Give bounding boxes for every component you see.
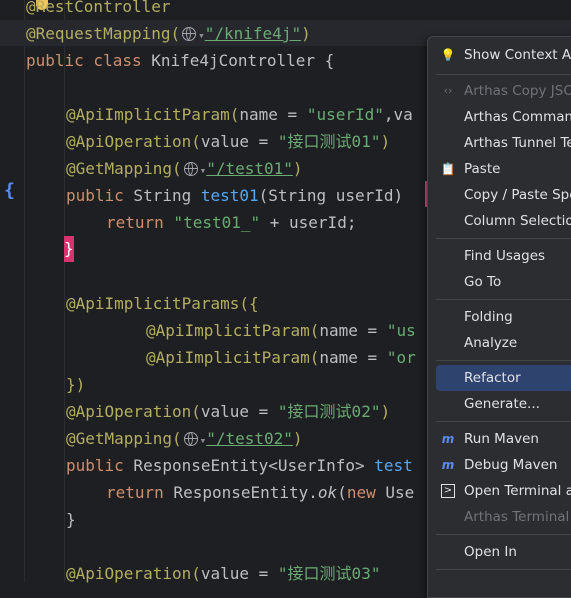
menu-item-generate[interactable]: Generate... (436, 391, 571, 417)
menu-item-arthas-copy-json: ‹› Arthas Copy JSON (436, 78, 571, 104)
code-line: @ApiImplicitParams({ (66, 294, 259, 313)
context-menu: 💡 Show Context Ac ‹› Arthas Copy JSON Ar… (427, 36, 571, 598)
brackets-icon: ‹› (443, 84, 453, 97)
code-line: @ApiImplicitParam(name = "us (146, 321, 416, 340)
code-line: @RequestMapping(▾"/knife4j") (26, 24, 311, 43)
code-line: } (66, 510, 76, 529)
menu-item-run-maven[interactable]: m Run Maven (436, 426, 571, 452)
maven-icon: m (441, 458, 455, 472)
globe-icon[interactable] (183, 162, 198, 176)
menu-item-go-to[interactable]: Go To (436, 269, 571, 295)
menu-item-find-usages[interactable]: Find Usages (436, 243, 571, 269)
menu-separator (436, 299, 571, 300)
indent-guide (64, 0, 65, 582)
menu-item-debug-maven[interactable]: m Debug Maven (436, 452, 571, 478)
indent-guide (24, 0, 25, 582)
code-line: @ApiOperation(value = "接口测试02") (66, 402, 391, 421)
url-link[interactable]: "/test02" (206, 429, 293, 448)
method-marker: { (4, 180, 15, 201)
globe-icon[interactable] (183, 432, 198, 446)
menu-separator (436, 534, 571, 535)
menu-item-arthas-command[interactable]: Arthas Command (436, 104, 571, 130)
menu-separator (436, 238, 571, 239)
menu-item-arthas-tunnel[interactable]: Arthas Tunnel Ter (436, 130, 571, 156)
code-line: @GetMapping(▾"/test01") (66, 159, 303, 178)
code-line: return ResponseEntity.ok(new Use (106, 483, 415, 502)
code-line: return "test01_" + userId; (106, 213, 357, 232)
menu-separator (436, 74, 571, 75)
chevron-down-icon[interactable]: ▾ (198, 29, 205, 42)
menu-separator (436, 569, 571, 570)
clipboard-icon: 📋 (440, 162, 456, 176)
menu-separator (436, 421, 571, 422)
code-line: public class Knife4jController { (26, 51, 335, 70)
menu-item-paste[interactable]: 📋 Paste (436, 156, 571, 182)
menu-item-arthas-terminal: Arthas Terminal 'n (464, 509, 571, 525)
code-line: @GetMapping(▾"/test02") (66, 429, 303, 448)
menu-item-column-selection[interactable]: Column Selection (436, 208, 571, 234)
menu-item-copy-paste-special[interactable]: Copy / Paste Spec (436, 182, 571, 208)
matched-brace: } (64, 236, 74, 262)
menu-item-show-context-actions[interactable]: 💡 Show Context Ac (436, 42, 571, 68)
url-link[interactable]: "/test01" (206, 159, 293, 178)
code-line: public String test01(String userId) (66, 186, 413, 205)
code-line: @ApiImplicitParam(name = "userId",va (66, 105, 413, 124)
menu-item-open-in[interactable]: Open In (436, 539, 571, 565)
code-line: @ApiOperation(value = "接口测试01") (66, 132, 391, 151)
code-line: }) (66, 375, 86, 394)
menu-item-refactor[interactable]: Refactor (436, 365, 571, 391)
globe-icon[interactable] (182, 27, 197, 41)
terminal-icon: > (441, 484, 455, 498)
menu-item-open-terminal[interactable]: > Open Terminal at (436, 478, 571, 504)
code-line: public ResponseEntity<UserInfo> test (66, 456, 413, 475)
code-line: @ApiOperation(value = "接口测试03" (66, 564, 381, 583)
url-link[interactable]: "/knife4j" (205, 24, 301, 43)
code-line: @RestController (26, 0, 171, 16)
maven-icon: m (441, 432, 455, 446)
menu-item-folding[interactable]: Folding (436, 304, 571, 330)
lightbulb-icon: 💡 (440, 48, 456, 62)
menu-item-analyze[interactable]: Analyze (436, 330, 571, 356)
menu-separator (436, 360, 571, 361)
code-line: @ApiImplicitParam(name = "or (146, 348, 416, 367)
